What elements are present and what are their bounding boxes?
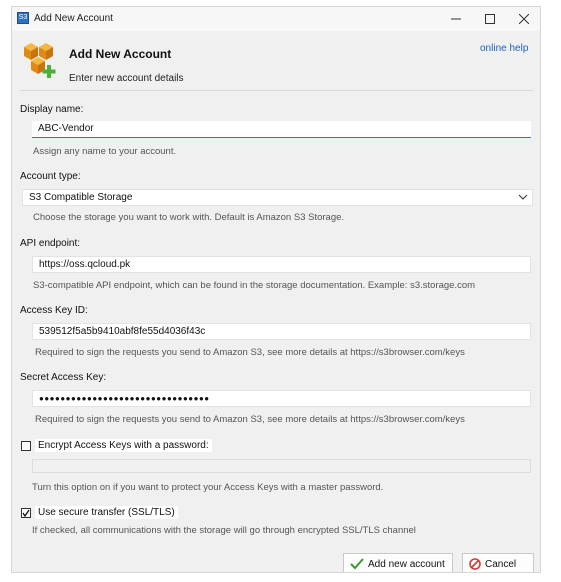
add-account-button-label: Add new account: [368, 558, 445, 570]
checkmark-green-icon: [350, 558, 364, 570]
cancel-button[interactable]: Cancel: [462, 553, 534, 572]
close-icon: [519, 14, 529, 24]
online-help-link[interactable]: online help: [480, 43, 528, 54]
dialog-title: Add New Account: [69, 47, 172, 61]
title-bar: S3 Add New Account: [12, 7, 540, 31]
secure-transfer-label: Use secure transfer (SSL/TLS): [35, 506, 178, 519]
account-type-label: Account type:: [20, 171, 81, 182]
secure-transfer-checkbox[interactable]: [21, 508, 31, 518]
add-account-dialog: S3 Add New Account Add New Account Enter…: [11, 6, 541, 573]
boxes-add-icon: [24, 43, 56, 78]
api-endpoint-label: API endpoint:: [20, 238, 81, 249]
secret-key-hint: Required to sign the requests you send t…: [35, 414, 465, 425]
access-key-input[interactable]: 539512f5a5b9410abf8fe55d4036f43c: [32, 323, 531, 340]
app-icon: S3: [17, 12, 29, 24]
access-key-hint: Required to sign the requests you send t…: [35, 347, 465, 358]
maximize-icon: [485, 14, 495, 24]
api-endpoint-hint: S3-compatible API endpoint, which can be…: [33, 280, 476, 291]
maximize-button[interactable]: [473, 7, 507, 31]
master-password-input[interactable]: [32, 459, 531, 473]
encrypt-keys-checkbox[interactable]: [21, 441, 31, 451]
cancel-button-label: Cancel: [485, 558, 517, 570]
checkmark-icon: [22, 509, 30, 517]
minimize-button[interactable]: [439, 7, 473, 31]
dialog-subtitle: Enter new account details: [69, 73, 184, 84]
account-type-hint: Choose the storage you want to work with…: [33, 212, 345, 223]
add-account-button[interactable]: Add new account: [343, 553, 453, 572]
minimize-icon: [451, 18, 461, 20]
header-divider: [20, 90, 533, 91]
display-name-label: Display name:: [20, 104, 84, 115]
secret-key-label: Secret Access Key:: [20, 372, 107, 383]
window-title: Add New Account: [34, 13, 113, 24]
secret-key-input[interactable]: ●●●●●●●●●●●●●●●●●●●●●●●●●●●●●●●●: [32, 390, 531, 407]
encrypt-keys-label: Encrypt Access Keys with a password:: [35, 439, 212, 452]
access-key-label: Access Key ID:: [20, 305, 88, 316]
account-type-select[interactable]: S3 Compatible Storage: [22, 189, 533, 206]
api-endpoint-input[interactable]: https://oss.qcloud.pk: [32, 256, 531, 273]
dialog-header: Add New Account Enter new account detail…: [12, 31, 540, 99]
display-name-input[interactable]: ABC-Vendor: [32, 121, 531, 138]
cancel-icon: [469, 558, 481, 570]
chevron-down-icon: [518, 194, 528, 200]
display-name-hint: Assign any name to your account.: [33, 146, 177, 157]
secure-transfer-hint: If checked, all communications with the …: [32, 525, 416, 536]
encrypt-keys-hint: Turn this option on if you want to prote…: [32, 482, 384, 493]
account-type-value: S3 Compatible Storage: [29, 192, 133, 203]
close-button[interactable]: [507, 7, 540, 31]
